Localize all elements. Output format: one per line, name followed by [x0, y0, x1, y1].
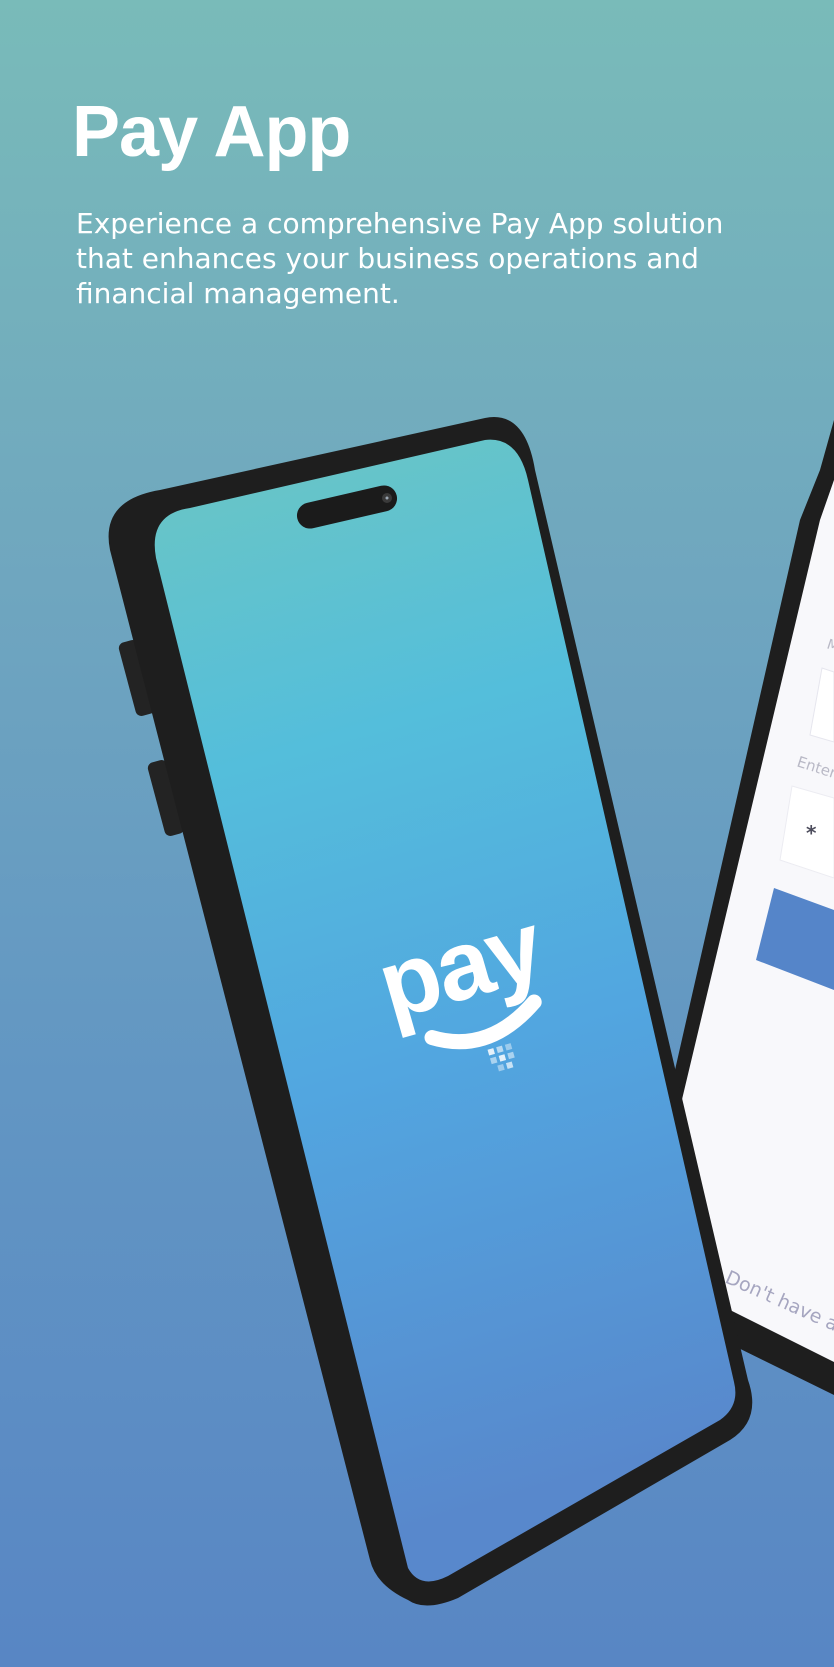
- front-phone: pay: [108, 417, 753, 1606]
- camera-lens-dot: [385, 496, 389, 500]
- back-password-mask: *: [806, 821, 817, 845]
- phone-mockups: M Enter * Don't have an pay: [108, 417, 834, 1606]
